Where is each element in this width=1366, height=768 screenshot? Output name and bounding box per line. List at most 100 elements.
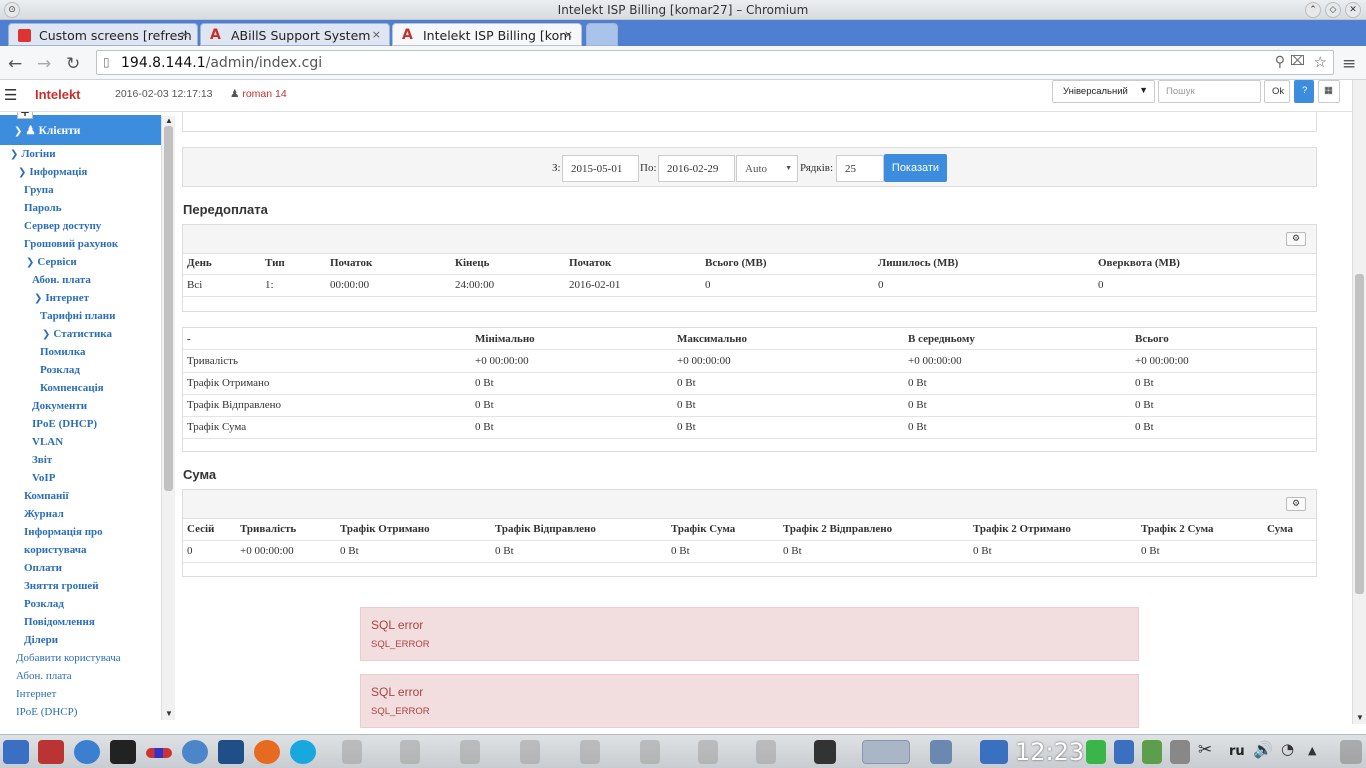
scroll-down-icon[interactable]: ▼ (1356, 713, 1364, 722)
column-header[interactable]: Трафік Відправлено (495, 523, 596, 535)
column-header[interactable]: Початок (330, 257, 372, 269)
search-input[interactable]: Пошук (1158, 80, 1261, 103)
sidebar-item[interactable]: Інтернет (16, 688, 56, 700)
column-header[interactable]: Тип (265, 257, 285, 269)
tab-custom-screens[interactable]: Custom screens [refresh × (8, 23, 198, 46)
current-user[interactable]: ♟ roman 14 (230, 88, 287, 100)
column-header[interactable]: Трафік 2 Отримано (973, 523, 1071, 535)
sidebar-item[interactable]: ❯ Інформація (18, 166, 87, 178)
sidebar-item[interactable]: Журнал (24, 508, 64, 520)
sidebar-item[interactable]: Інформація про (24, 526, 103, 538)
column-header[interactable]: Початок (569, 257, 611, 269)
main-scroll-thumb[interactable] (1355, 274, 1364, 594)
column-header[interactable]: Трафік 2 Відправлено (783, 523, 892, 535)
column-header[interactable]: Мінімально (475, 333, 535, 345)
sidebar-item[interactable]: Розклад (40, 364, 80, 376)
sidebar-item[interactable]: Компанії (24, 490, 69, 502)
collapse-icon[interactable]: ⌃ (1305, 2, 1321, 18)
sidebar-item[interactable]: Повідомлення (24, 616, 95, 628)
dropbox-icon[interactable] (1142, 740, 1162, 764)
sidebar-item[interactable]: Абон. плата (32, 274, 91, 286)
window-thumb-icon[interactable] (342, 740, 362, 764)
search-ok-button[interactable]: Ok (1264, 80, 1290, 103)
browser-icon[interactable] (74, 740, 100, 764)
help-button[interactable]: ? (1294, 80, 1314, 103)
from-date-input[interactable]: 2015-05-01 (562, 155, 639, 182)
bookmark-star-icon[interactable]: ☆ (1314, 53, 1327, 71)
zoom-icon[interactable]: ⚲ (1275, 54, 1285, 70)
column-header[interactable]: Сесій (187, 523, 214, 535)
clock[interactable]: 12:23 (1015, 738, 1084, 766)
column-header[interactable]: День (187, 257, 212, 269)
window-thumb-icon[interactable] (756, 740, 776, 764)
tab-intelekt-billing[interactable]: A Intelekt ISP Billing [kom × (392, 23, 582, 46)
tray-icon[interactable] (1170, 740, 1190, 764)
tray-icon[interactable] (1114, 740, 1134, 764)
sidebar-item[interactable]: Добавити користувача (16, 652, 121, 664)
tab-close-icon[interactable]: × (372, 28, 381, 41)
translate-icon[interactable]: ⌧ (1290, 54, 1305, 69)
sidebar-item[interactable]: Ділери (24, 634, 58, 646)
terminal-window-icon[interactable] (814, 740, 836, 764)
column-header[interactable]: Всього (1135, 333, 1169, 345)
sidebar-item[interactable]: Сервер доступу (24, 220, 101, 232)
thunderbird-icon[interactable] (182, 740, 208, 764)
tab-close-icon[interactable]: × (180, 28, 189, 41)
export-button[interactable]: ⚙ (1286, 232, 1306, 246)
sidebar-item-clients[interactable]: ❯ ♟ Клієнти (0, 115, 161, 145)
sidebar-item[interactable]: Тарифні плани (40, 310, 115, 322)
sidebar-item[interactable]: Абон. плата (16, 670, 72, 682)
window-thumb-icon[interactable] (698, 740, 718, 764)
maximize-icon[interactable]: ◇ (1325, 2, 1341, 18)
column-header[interactable]: Всього (MB) (705, 257, 767, 269)
sidebar-item[interactable]: ❯ Логіни (10, 148, 56, 160)
chromium-window-icon[interactable] (862, 740, 910, 764)
sidebar-scroll-thumb[interactable] (164, 126, 173, 491)
column-header[interactable]: - (187, 333, 191, 345)
sidebar-item[interactable]: Розклад (24, 598, 64, 610)
window-thumb-icon[interactable] (520, 740, 540, 764)
expand-sidebar-button[interactable]: + (17, 112, 33, 119)
column-header[interactable]: Трафік Сума (671, 523, 735, 535)
scroll-up-icon[interactable]: ▲ (165, 116, 173, 125)
window-thumb-icon[interactable] (460, 740, 480, 764)
sidebar-item[interactable]: IPoE (DHCP) (16, 706, 77, 718)
close-window-icon[interactable]: ✕ (1345, 2, 1361, 18)
sidebar-item[interactable]: Оплати (24, 562, 62, 574)
column-header[interactable]: Сума (1267, 523, 1293, 535)
sidebar-item[interactable]: Грошовий рахунок (24, 238, 118, 250)
back-icon[interactable]: ← (8, 54, 22, 74)
scissors-icon[interactable]: ✂ (1198, 740, 1218, 764)
sidebar-item[interactable]: Документи (32, 400, 87, 412)
firefox-icon[interactable] (254, 740, 280, 764)
qr-code-button[interactable]: ▦ (1318, 80, 1340, 103)
sidebar-item[interactable]: ❯ Сервіси (26, 256, 77, 268)
period-select[interactable]: Auto ▼ (736, 155, 798, 182)
brand-logo[interactable]: Intelekt (35, 87, 81, 102)
sidebar-item[interactable]: Помилка (40, 346, 86, 358)
sidebar-scrollbar[interactable]: ▲ ▼ (161, 116, 175, 720)
column-header[interactable]: Лишилось (MB) (878, 257, 958, 269)
column-header[interactable]: Трафік Отримано (340, 523, 430, 535)
window-thumb-icon[interactable] (580, 740, 600, 764)
check-icon[interactable] (1086, 740, 1106, 764)
sidebar-item[interactable]: Зняття грошей (24, 580, 99, 592)
export-button[interactable]: ⚙ (1286, 497, 1306, 511)
scroll-down-icon[interactable]: ▼ (165, 709, 173, 718)
app-launcher-icon[interactable] (38, 740, 64, 764)
sidebar-item[interactable]: користувача (24, 544, 87, 556)
terminal-icon[interactable] (110, 740, 136, 764)
remote-desktop-icon[interactable] (218, 740, 244, 764)
sidebar-item[interactable]: Група (24, 184, 54, 196)
tray-expand-icon[interactable]: ▲ (1308, 744, 1322, 768)
tab-close-icon[interactable]: × (564, 28, 573, 41)
wifi-icon[interactable]: ◔ (1281, 740, 1301, 764)
column-header[interactable]: Кінець (455, 257, 489, 269)
column-header[interactable]: Максимально (677, 333, 747, 345)
keyboard-layout[interactable]: ru (1229, 744, 1245, 759)
sidebar-item[interactable]: VLAN (32, 436, 63, 448)
sidebar-item[interactable]: VoIP (32, 472, 55, 484)
browser-menu-icon[interactable]: ≡ (1342, 54, 1356, 74)
column-header[interactable]: В середньому (908, 333, 975, 345)
new-tab-button[interactable] (586, 23, 618, 46)
